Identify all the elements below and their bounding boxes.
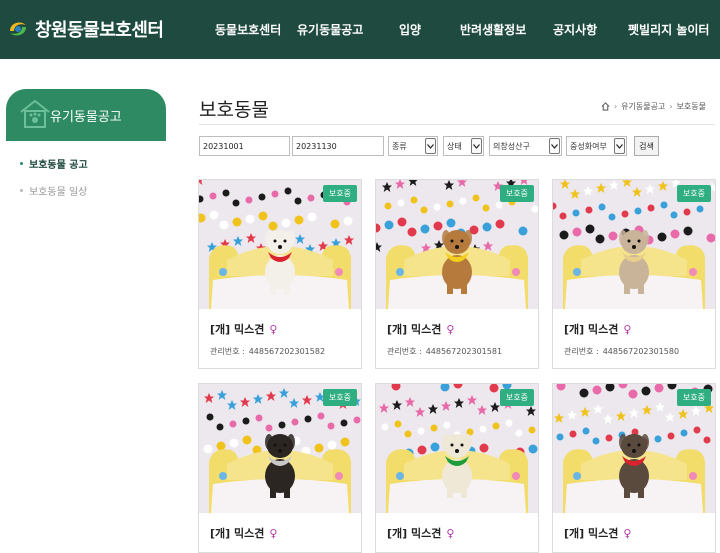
bullet-icon	[20, 162, 23, 165]
animal-card[interactable]: 보호중 [개] 믹스견 ♀ 관리번호 :448567202301581	[375, 179, 539, 369]
chevron-right-icon: ›	[613, 102, 618, 111]
chevron-down-icon	[614, 138, 625, 154]
bullet-icon	[20, 189, 23, 192]
animal-title-text: [개] 믹스견	[210, 527, 265, 540]
management-number: 관리번호 :448567202301581	[387, 346, 502, 357]
nav-pet-life[interactable]: 반려생활정보	[460, 21, 526, 38]
management-number-value: 448567202301582	[248, 347, 326, 356]
type-select-value: 종류	[392, 141, 407, 151]
animal-photo[interactable]: 보호중	[376, 180, 538, 309]
home-icon[interactable]	[601, 102, 610, 111]
status-select-value: 상태	[447, 141, 462, 151]
management-number-value: 448567202301580	[602, 347, 680, 356]
animal-photo[interactable]: 보호중	[376, 384, 538, 513]
nav-center[interactable]: 동물보호센터	[215, 21, 281, 38]
district-select-value: 의창성산구	[493, 141, 530, 151]
female-icon: ♀	[446, 526, 455, 540]
chevron-down-icon	[549, 138, 560, 154]
female-icon: ♀	[446, 322, 455, 336]
status-badge: 보호중	[322, 389, 357, 406]
management-number: 관리번호 :448567202301582	[210, 346, 325, 357]
animal-card[interactable]: 보호중 [개] 믹스견 ♀ 관리번호 :448567202301582	[198, 179, 362, 369]
sidebar-header: 유기동물공고	[6, 89, 166, 141]
sidebar-item-protected-daily[interactable]: 보호동물 일상	[20, 183, 88, 198]
pet-house-icon	[20, 99, 50, 128]
animal-photo[interactable]: 보호중	[553, 180, 715, 309]
chevron-right-icon: ›	[669, 102, 673, 111]
female-icon: ♀	[269, 526, 278, 540]
sidebar-menu: 보호동물 공고 보호동물 일상	[20, 156, 88, 210]
neuter-select-value: 중성화여부	[570, 141, 607, 151]
animal-title-text: [개] 믹스견	[387, 323, 442, 336]
animal-photo[interactable]: 보호중	[199, 384, 361, 513]
nav-playground[interactable]: 펫빌리지 놀이터	[628, 21, 709, 38]
title-divider	[199, 124, 715, 125]
chevron-down-icon	[425, 138, 436, 154]
status-badge: 보호중	[499, 185, 534, 202]
breadcrumb: › 유기동물공고 › 보호동물	[601, 101, 706, 112]
management-number-value: 448567202301581	[425, 347, 503, 356]
nav-adoption[interactable]: 입양	[399, 21, 421, 38]
animal-card[interactable]: 보호중 [개] 믹스견 ♀	[552, 383, 716, 553]
animal-title-text: [개] 믹스견	[387, 527, 442, 540]
breadcrumb-notice[interactable]: 유기동물공고	[621, 101, 665, 112]
status-badge: 보호중	[676, 389, 711, 406]
start-date-input[interactable]	[199, 136, 290, 156]
search-button[interactable]: 검색	[634, 136, 659, 156]
management-number: 관리번호 :448567202301580	[564, 346, 679, 357]
status-select[interactable]: 상태	[443, 136, 484, 156]
nav-notice[interactable]: 유기동물공고	[297, 21, 363, 38]
site-header: 창원동물보호센터 동물보호센터 유기동물공고 입양 반려생활정보 공지사항 펫빌…	[0, 0, 720, 59]
type-select[interactable]: 종류	[388, 136, 438, 156]
animal-card[interactable]: 보호중 [개] 믹스견 ♀	[198, 383, 362, 553]
status-badge: 보호중	[676, 185, 711, 202]
sidebar-title: 유기동물공고	[50, 110, 122, 125]
female-icon: ♀	[269, 322, 278, 336]
page-title: 보호동물	[199, 99, 269, 121]
sidebar-item-label: 보호동물 공고	[29, 160, 88, 171]
nav-announcements[interactable]: 공지사항	[553, 21, 597, 38]
sidebar-item-protected-notice[interactable]: 보호동물 공고	[20, 156, 88, 171]
animal-title: [개] 믹스견 ♀	[210, 321, 277, 337]
animal-photo[interactable]: 보호중	[553, 384, 715, 513]
breadcrumb-current: 보호동물	[676, 102, 706, 111]
management-number-label: 관리번호 :	[387, 347, 422, 356]
animal-photo[interactable]: 보호중	[199, 180, 361, 309]
animal-title-text: [개] 믹스견	[564, 527, 619, 540]
female-icon: ♀	[623, 526, 632, 540]
animal-card[interactable]: 보호중 [개] 믹스견 ♀	[375, 383, 539, 553]
management-number-label: 관리번호 :	[210, 347, 245, 356]
main-nav: 동물보호센터 유기동물공고 입양 반려생활정보 공지사항 펫빌리지 놀이터	[0, 0, 720, 59]
district-select[interactable]: 의창성산구	[489, 136, 562, 156]
animal-card[interactable]: 보호중 [개] 믹스견 ♀ 관리번호 :448567202301580	[552, 179, 716, 369]
animal-title: [개] 믹스견 ♀	[564, 321, 631, 337]
animal-title: [개] 믹스견 ♀	[564, 525, 631, 541]
end-date-input[interactable]	[292, 136, 384, 156]
sidebar-item-label: 보호동물 일상	[29, 187, 88, 198]
animal-title-text: [개] 믹스견	[210, 323, 265, 336]
status-badge: 보호중	[499, 389, 534, 406]
animal-title-text: [개] 믹스견	[564, 323, 619, 336]
female-icon: ♀	[623, 322, 632, 336]
chevron-down-icon	[471, 138, 482, 154]
management-number-label: 관리번호 :	[564, 347, 599, 356]
animal-title: [개] 믹스견 ♀	[387, 321, 454, 337]
neuter-select[interactable]: 중성화여부	[566, 136, 627, 156]
animal-title: [개] 믹스견 ♀	[387, 525, 454, 541]
animal-title: [개] 믹스견 ♀	[210, 525, 277, 541]
status-badge: 보호중	[322, 185, 357, 202]
